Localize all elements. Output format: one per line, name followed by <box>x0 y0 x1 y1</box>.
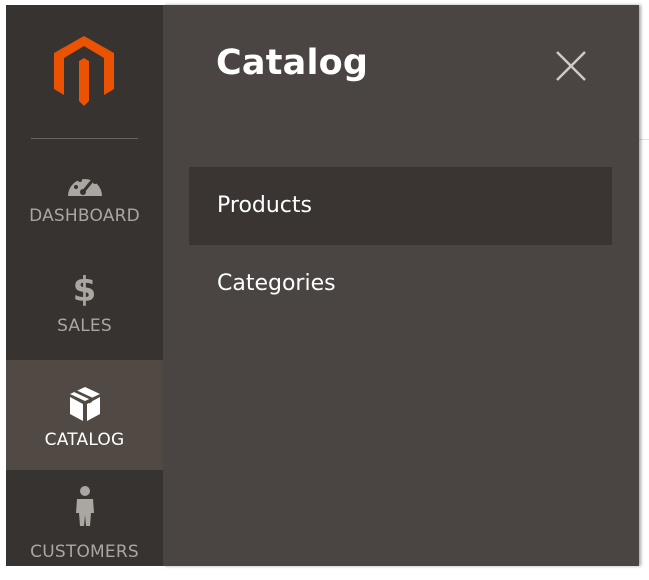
submenu-item-label: Products <box>217 193 312 218</box>
submenu-item-products[interactable]: Products <box>189 167 612 245</box>
admin-window: DASHBOARD $ SALES CATALOG CUSTOMERS Cata… <box>0 0 649 566</box>
sidebar-divider <box>31 138 138 139</box>
page-divider <box>639 139 649 140</box>
admin-sidebar: DASHBOARD $ SALES CATALOG CUSTOMERS <box>6 5 163 566</box>
sidebar-item-sales[interactable]: $ SALES <box>6 250 163 360</box>
close-icon[interactable] <box>553 48 589 84</box>
speedometer-icon <box>67 175 102 196</box>
sidebar-item-label: DASHBOARD <box>29 206 140 226</box>
submenu-item-categories[interactable]: Categories <box>189 245 612 323</box>
magento-logo-icon <box>54 36 114 106</box>
sidebar-item-customers[interactable]: CUSTOMERS <box>6 470 163 580</box>
sidebar-item-label: CUSTOMERS <box>30 542 139 562</box>
box-icon <box>69 387 100 421</box>
sidebar-item-dashboard[interactable]: DASHBOARD <box>6 140 163 250</box>
sidebar-item-label: SALES <box>57 316 112 336</box>
dollar-icon: $ <box>72 270 97 310</box>
page-background <box>639 5 649 566</box>
catalog-submenu: Catalog Products Categories <box>163 5 639 566</box>
submenu-title: Catalog <box>216 43 369 83</box>
person-icon <box>75 486 94 526</box>
submenu-item-label: Categories <box>217 271 336 296</box>
logo-link[interactable] <box>6 5 163 140</box>
sidebar-item-catalog[interactable]: CATALOG <box>6 360 163 470</box>
sidebar-item-label: CATALOG <box>44 430 125 450</box>
